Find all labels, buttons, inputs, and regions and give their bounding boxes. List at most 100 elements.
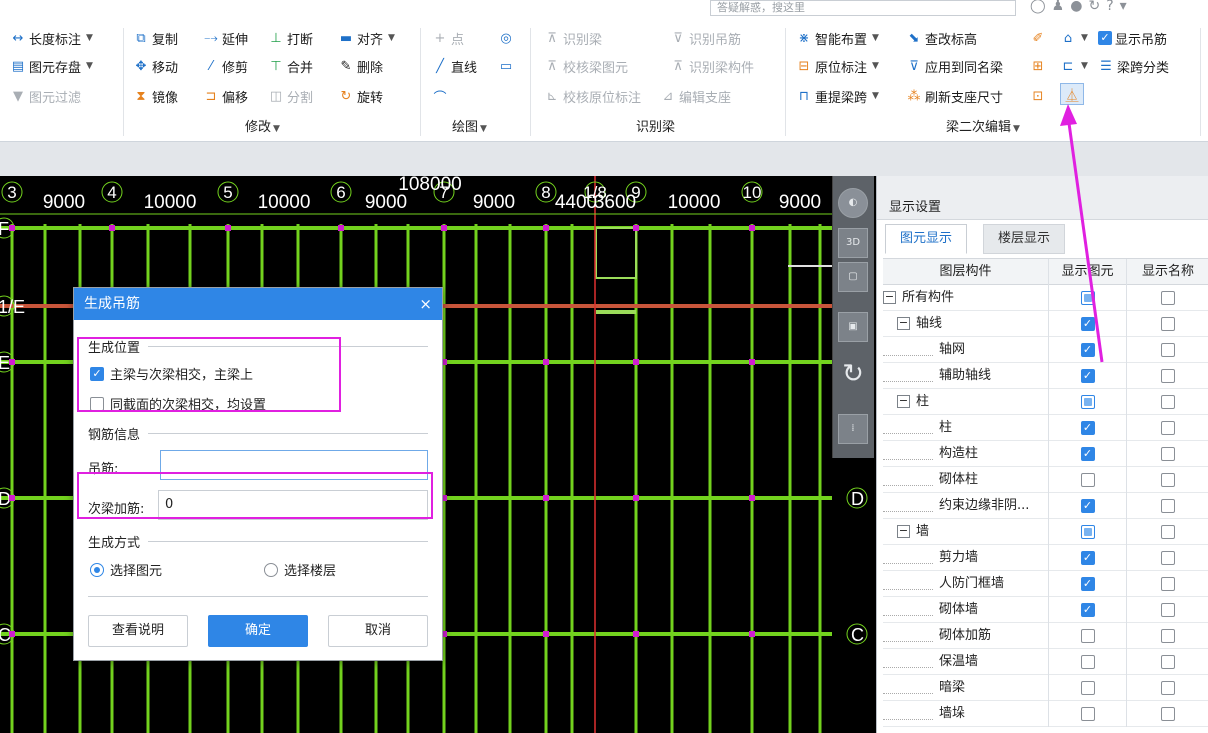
apply-same-beam-button[interactable]: ⊽ 应用到同名梁 xyxy=(906,55,1003,77)
bell-icon[interactable]: ♟ xyxy=(1052,0,1071,14)
show-hanger-toggle[interactable]: ✓ 显示吊筋 xyxy=(1098,27,1167,49)
split-button[interactable]: ◫ 分割 xyxy=(268,85,313,107)
check-elevation-button[interactable]: ⬊ 查改标高 xyxy=(906,27,977,49)
break-button[interactable]: ⊥ 打断 xyxy=(268,27,313,49)
layer-row[interactable]: 人防门框墙 ✓ xyxy=(883,571,1208,597)
show-element-checkbox[interactable] xyxy=(1080,654,1095,669)
grid-view-icon[interactable]: ⁞ xyxy=(838,414,868,444)
point-button[interactable]: + 点 xyxy=(432,27,464,49)
layer-row[interactable]: 砌体墙 ✓ xyxy=(883,597,1208,623)
show-element-checkbox[interactable] xyxy=(1080,680,1095,695)
re-extract-span-button[interactable]: ⊓ 重提梁跨 ▼ xyxy=(796,85,879,107)
user-icon[interactable]: ◯ xyxy=(1030,0,1052,14)
3d-view-icon[interactable]: 3D xyxy=(838,228,868,258)
show-name-checkbox[interactable] xyxy=(1161,550,1175,565)
align-button[interactable]: ▬ 对齐 ▼ xyxy=(338,27,395,49)
show-element-checkbox[interactable] xyxy=(1080,472,1095,487)
view-mode-button[interactable]: ⌂ ▼ xyxy=(1060,27,1088,49)
search-input[interactable]: 答疑解惑，搜这里 xyxy=(710,0,1016,16)
layer-row[interactable]: 辅助轴线 ✓ xyxy=(883,363,1208,389)
move-button[interactable]: ✥ 移动 xyxy=(133,55,178,77)
layer-row[interactable]: 轴网 ✓ xyxy=(883,337,1208,363)
collapse-icon[interactable]: − xyxy=(897,395,910,408)
show-element-checkbox[interactable] xyxy=(1080,524,1095,539)
circle-button[interactable]: ◎ xyxy=(498,27,514,49)
layer-row[interactable]: − 墙 xyxy=(883,519,1208,545)
show-name-checkbox[interactable] xyxy=(1161,576,1175,591)
show-name-checkbox[interactable] xyxy=(1161,342,1175,357)
show-name-checkbox[interactable] xyxy=(1161,628,1175,643)
layer-row[interactable]: 墙垛 xyxy=(883,701,1208,727)
copy-button[interactable]: ⧉ 复制 xyxy=(133,27,178,49)
draw-group-label[interactable]: 绘图 ▼ xyxy=(452,116,487,136)
show-element-checkbox[interactable]: ✓ xyxy=(1080,550,1095,565)
rotate-button[interactable]: ↻ 旋转 xyxy=(338,85,383,107)
rotate-view-icon[interactable]: ↻ xyxy=(838,360,868,390)
close-icon[interactable]: × xyxy=(419,288,432,320)
refresh-support-button[interactable]: ⁂ 刷新支座尺寸 xyxy=(906,85,1004,107)
method2-radio[interactable] xyxy=(264,562,278,577)
show-element-checkbox[interactable] xyxy=(1080,706,1095,721)
identify-hanger-button[interactable]: ⊽ 识别吊筋 xyxy=(670,27,741,49)
show-name-checkbox[interactable] xyxy=(1161,680,1175,695)
layer-row[interactable]: − 轴线 ✓ xyxy=(883,311,1208,337)
ok-button[interactable]: 确定 xyxy=(208,615,308,647)
delete-button[interactable]: ✎ 删除 xyxy=(338,55,383,77)
tab-element-display[interactable]: 图元显示 xyxy=(885,224,968,254)
mirror-button[interactable]: ⧗ 镜像 xyxy=(133,85,178,107)
show-element-checkbox[interactable]: ✓ xyxy=(1080,602,1095,617)
rect-button[interactable]: ▭ xyxy=(498,55,514,77)
layer-row[interactable]: 柱 ✓ xyxy=(883,415,1208,441)
collapse-icon[interactable]: − xyxy=(897,317,910,330)
layer-row[interactable]: 约束边缘非阴... ✓ xyxy=(883,493,1208,519)
beam-span-category-button[interactable]: ☰ 梁跨分类 xyxy=(1098,55,1169,77)
show-name-checkbox[interactable] xyxy=(1161,420,1175,435)
element-filter-button[interactable]: ▼ 图元过滤 xyxy=(10,85,81,107)
show-name-checkbox[interactable] xyxy=(1161,654,1175,669)
refresh-icon[interactable]: ↻ xyxy=(1088,0,1106,14)
show-element-checkbox[interactable] xyxy=(1080,394,1095,409)
show-name-checkbox[interactable] xyxy=(1161,290,1175,305)
save-element-button[interactable]: ▤ 图元存盘 ▼ xyxy=(10,55,93,77)
brush-button[interactable]: ✐ xyxy=(1030,27,1046,49)
chat-icon[interactable]: ● xyxy=(1070,0,1088,14)
merge-button[interactable]: ⊤ 合并 xyxy=(268,55,313,77)
opt1-checkbox[interactable]: ✓ xyxy=(90,366,104,381)
grid-select-button[interactable]: ⊡ xyxy=(1030,85,1046,107)
show-name-checkbox[interactable] xyxy=(1161,524,1175,539)
layer-row[interactable]: 剪力墙 ✓ xyxy=(883,545,1208,571)
show-name-checkbox[interactable] xyxy=(1161,498,1175,513)
help-button[interactable]: 查看说明 xyxy=(88,615,188,647)
extend-button[interactable]: ⤍ 延伸 xyxy=(203,27,248,49)
help-icon[interactable]: ? xyxy=(1106,0,1119,14)
cancel-button[interactable]: 取消 xyxy=(328,615,428,647)
layer-row[interactable]: 砌体加筋 xyxy=(883,623,1208,649)
table-button[interactable]: ⊞ xyxy=(1030,55,1046,77)
layer-row[interactable]: 砌体柱 xyxy=(883,467,1208,493)
method1-radio[interactable] xyxy=(90,562,104,577)
show-name-checkbox[interactable] xyxy=(1161,446,1175,461)
layer-row[interactable]: 保温墙 xyxy=(883,649,1208,675)
modify-group-label[interactable]: 修改 ▼ xyxy=(245,116,280,136)
option-main-secondary[interactable]: ✓ 主梁与次梁相交，主梁上 xyxy=(90,364,253,383)
collapse-icon[interactable]: − xyxy=(897,525,910,538)
show-name-checkbox[interactable] xyxy=(1161,368,1175,383)
show-element-checkbox[interactable]: ✓ xyxy=(1080,446,1095,461)
show-hanger-checkbox[interactable]: ✓ xyxy=(1098,31,1112,45)
beam2-group-label[interactable]: 梁二次编辑 ▼ xyxy=(946,116,1020,136)
orbit-icon[interactable]: ◐ xyxy=(838,188,868,218)
show-element-checkbox[interactable]: ✓ xyxy=(1080,498,1095,513)
layer-row[interactable]: 构造柱 ✓ xyxy=(883,441,1208,467)
pin-icon[interactable]: ▾ xyxy=(1120,0,1133,14)
identify-beam-member-button[interactable]: ⊼ 识别梁构件 xyxy=(670,55,754,77)
show-name-checkbox[interactable] xyxy=(1161,472,1175,487)
hanger-input[interactable] xyxy=(160,450,428,480)
check-beam-button[interactable]: ⊼ 校核梁图元 xyxy=(544,55,628,77)
secondary-rebar-input[interactable]: 0 xyxy=(158,490,428,520)
offset-button[interactable]: ⊐ 偏移 xyxy=(203,85,248,107)
show-name-checkbox[interactable] xyxy=(1161,602,1175,617)
top-view-icon[interactable]: ▢ xyxy=(838,262,868,292)
trim-button[interactable]: ⁄ 修剪 xyxy=(203,55,248,77)
layer-row[interactable]: 暗梁 xyxy=(883,675,1208,701)
layer-row[interactable]: − 所有构件 xyxy=(883,285,1208,311)
